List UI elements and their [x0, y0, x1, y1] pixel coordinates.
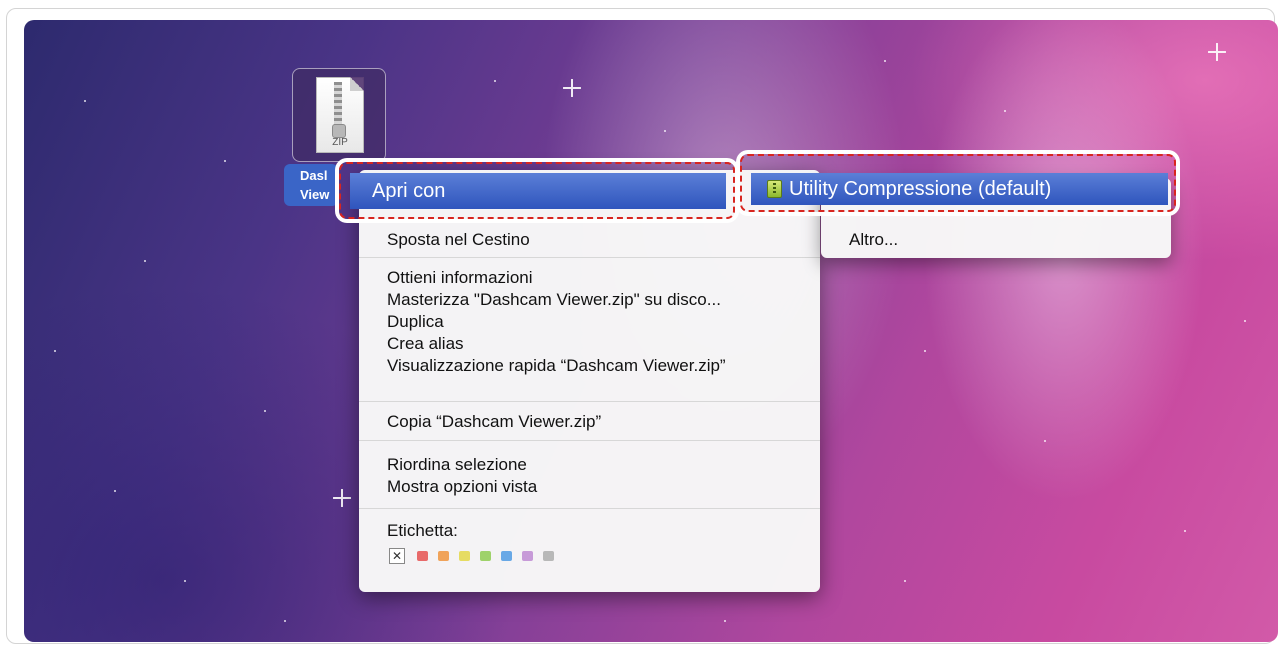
label-color-swatch[interactable] [438, 551, 449, 561]
label-heading: Etichetta: [387, 521, 458, 540]
submenu-item-other[interactable]: Altro... [849, 230, 898, 250]
remove-label-icon[interactable]: ✕ [389, 548, 405, 564]
menu-item-show-view-options[interactable]: Mostra opzioni vista [387, 477, 537, 497]
context-menu: Sposta nel Cestino Ottieni informazioni … [359, 170, 820, 592]
zip-document-icon: ZIP [316, 77, 364, 153]
menu-item-get-info[interactable]: Ottieni informazioni [387, 268, 533, 288]
zipper-icon [334, 82, 342, 126]
zip-file-icon[interactable]: ZIP [292, 68, 386, 162]
menu-separator [359, 401, 820, 402]
callout-archive-utility [740, 154, 1176, 212]
menu-item-make-alias[interactable]: Crea alias [387, 334, 464, 354]
sparkle-star [333, 489, 351, 507]
sparkle-star [1208, 43, 1226, 61]
menu-item-copy[interactable]: Copia “Dashcam Viewer.zip” [387, 412, 601, 432]
label-color-swatch[interactable] [480, 551, 491, 561]
menu-item-clean-up[interactable]: Riordina selezione [387, 455, 527, 475]
label-color-swatch[interactable] [459, 551, 470, 561]
label-color-swatch[interactable] [501, 551, 512, 561]
sparkle-star [563, 79, 581, 97]
menu-separator [359, 440, 820, 441]
zip-icon-text: ZIP [332, 137, 348, 148]
label-color-swatch[interactable] [417, 551, 428, 561]
menu-item-move-to-trash[interactable]: Sposta nel Cestino [387, 230, 530, 250]
menu-item-quick-look[interactable]: Visualizzazione rapida “Dashcam Viewer.z… [387, 356, 726, 376]
menu-separator [359, 257, 820, 258]
menu-item-burn[interactable]: Masterizza "Dashcam Viewer.zip" su disco… [387, 290, 721, 310]
file-name-label[interactable]: Dasl View [284, 164, 338, 206]
callout-open-with [339, 162, 735, 219]
menu-separator [359, 508, 820, 509]
label-color-swatch[interactable] [522, 551, 533, 561]
menu-item-duplicate[interactable]: Duplica [387, 312, 444, 332]
label-color-swatch[interactable] [543, 551, 554, 561]
